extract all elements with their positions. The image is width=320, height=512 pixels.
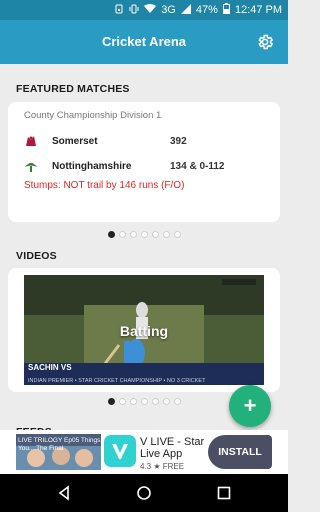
ad-rating: 4.3 ★ FREE [140,462,185,471]
install-button[interactable]: INSTALL [208,435,272,469]
featured-matches-heading: FEATURED MATCHES [16,83,130,95]
carousel-dot[interactable] [151,231,159,238]
carousel-dot[interactable] [118,231,126,238]
video-card[interactable]: Batting SACHIN VS INDIAN PREMIER • STAR … [8,268,280,392]
team-score: 392 [170,135,187,147]
team-row-away: Nottinghamshire 134 & 0-112 [24,157,264,175]
carousel-dot[interactable] [162,398,170,405]
battery-icon [222,3,230,17]
carousel-dot[interactable] [107,398,115,405]
ad-banner[interactable]: LIVE TRILOGY Ep05 Things You... The Fina… [0,430,288,474]
wifi-icon [144,3,157,17]
vibrate-icon [129,4,139,17]
home-icon[interactable] [136,485,152,501]
app-bar: Cricket Arena [0,20,288,64]
back-icon[interactable] [56,485,72,501]
recents-icon[interactable] [216,485,232,501]
carousel-dot[interactable] [151,398,159,405]
clock: 12:47 PM [234,4,282,16]
competition-name: County Championship Division 1 [24,110,162,121]
video-title: Batting [119,323,169,339]
somerset-crest-icon [24,134,38,148]
settings-gear-icon[interactable] [256,33,274,51]
add-fab-button[interactable]: + [229,385,271,427]
network-type: 3G [161,4,176,16]
carousel-dot[interactable] [129,231,137,238]
carousel-dot[interactable] [173,398,181,405]
team-name: Somerset [52,135,98,147]
carousel-dot[interactable] [140,231,148,238]
team-name: Nottinghamshire [52,160,132,172]
featured-carousel-indicator [0,231,288,238]
match-status: Stumps: NOT trail by 146 runs (F/O) [24,180,185,191]
ad-image-caption: LIVE TRILOGY Ep05 Things You... The Fina… [18,437,101,452]
app-title: Cricket Arena [101,34,187,49]
signal-icon [180,3,191,17]
carousel-dot[interactable] [162,231,170,238]
team-row-home: Somerset 392 [24,132,264,150]
carousel-dot[interactable] [118,398,126,405]
vlive-logo-icon [104,435,136,467]
nottinghamshire-crest-icon [24,159,38,173]
overlay-subtitle: INDIAN PREMIER • STAR CRICKET CHAMPIONSH… [28,378,206,384]
battery-percent: 47% [195,4,218,16]
ad-image[interactable]: LIVE TRILOGY Ep05 Things You... The Fina… [16,434,101,470]
notification-icon [114,4,124,17]
carousel-dot[interactable] [173,231,181,238]
video-thumbnail[interactable]: Batting SACHIN VS INDIAN PREMIER • STAR … [24,275,264,385]
featured-match-card[interactable]: County Championship Division 1 Somerset … [8,102,280,222]
carousel-dot[interactable] [129,398,137,405]
system-nav-bar [0,474,288,512]
carousel-dot[interactable] [140,398,148,405]
broadcast-overlay: SACHIN VS INDIAN PREMIER • STAR CRICKET … [24,363,264,385]
status-bar: 3G 47% 12:47 PM [0,0,288,20]
carousel-dot[interactable] [107,231,115,238]
ad-app-name: V LIVE - Star Live App [140,436,205,460]
videos-heading: VIDEOS [16,250,57,262]
overlay-player-name: SACHIN VS [28,363,72,372]
team-score: 134 & 0-112 [170,160,225,172]
